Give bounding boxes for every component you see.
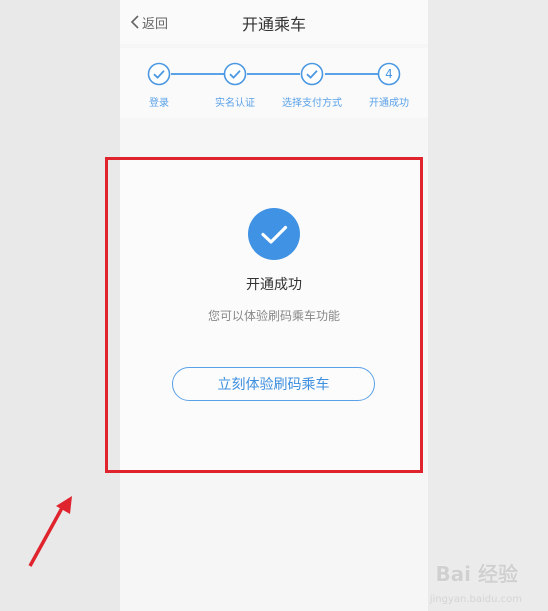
watermark-logo: Bai 经验: [435, 562, 518, 586]
step-connector: [247, 73, 300, 75]
highlight-box: [105, 157, 423, 473]
progress-steps: 4 登录 实名认证 选择支付方式 开通成功: [120, 48, 428, 118]
step-done-icon: [223, 62, 247, 86]
step-done-icon: [300, 62, 324, 86]
page-title: 开通乘车: [241, 15, 306, 34]
watermark-url: jingyan.baidu.com: [429, 594, 522, 605]
step-label-success: 开通成功: [369, 98, 409, 109]
step-done-icon: [147, 62, 171, 86]
right-backdrop: [428, 0, 548, 611]
step-connector: [325, 73, 378, 75]
arrow-annotation-icon: [26, 494, 76, 568]
step-current-indicator: 4: [377, 62, 401, 86]
step-connector: [171, 73, 224, 75]
step-number: 4: [385, 67, 393, 81]
nav-bar: 返回 开通乘车: [120, 0, 428, 44]
